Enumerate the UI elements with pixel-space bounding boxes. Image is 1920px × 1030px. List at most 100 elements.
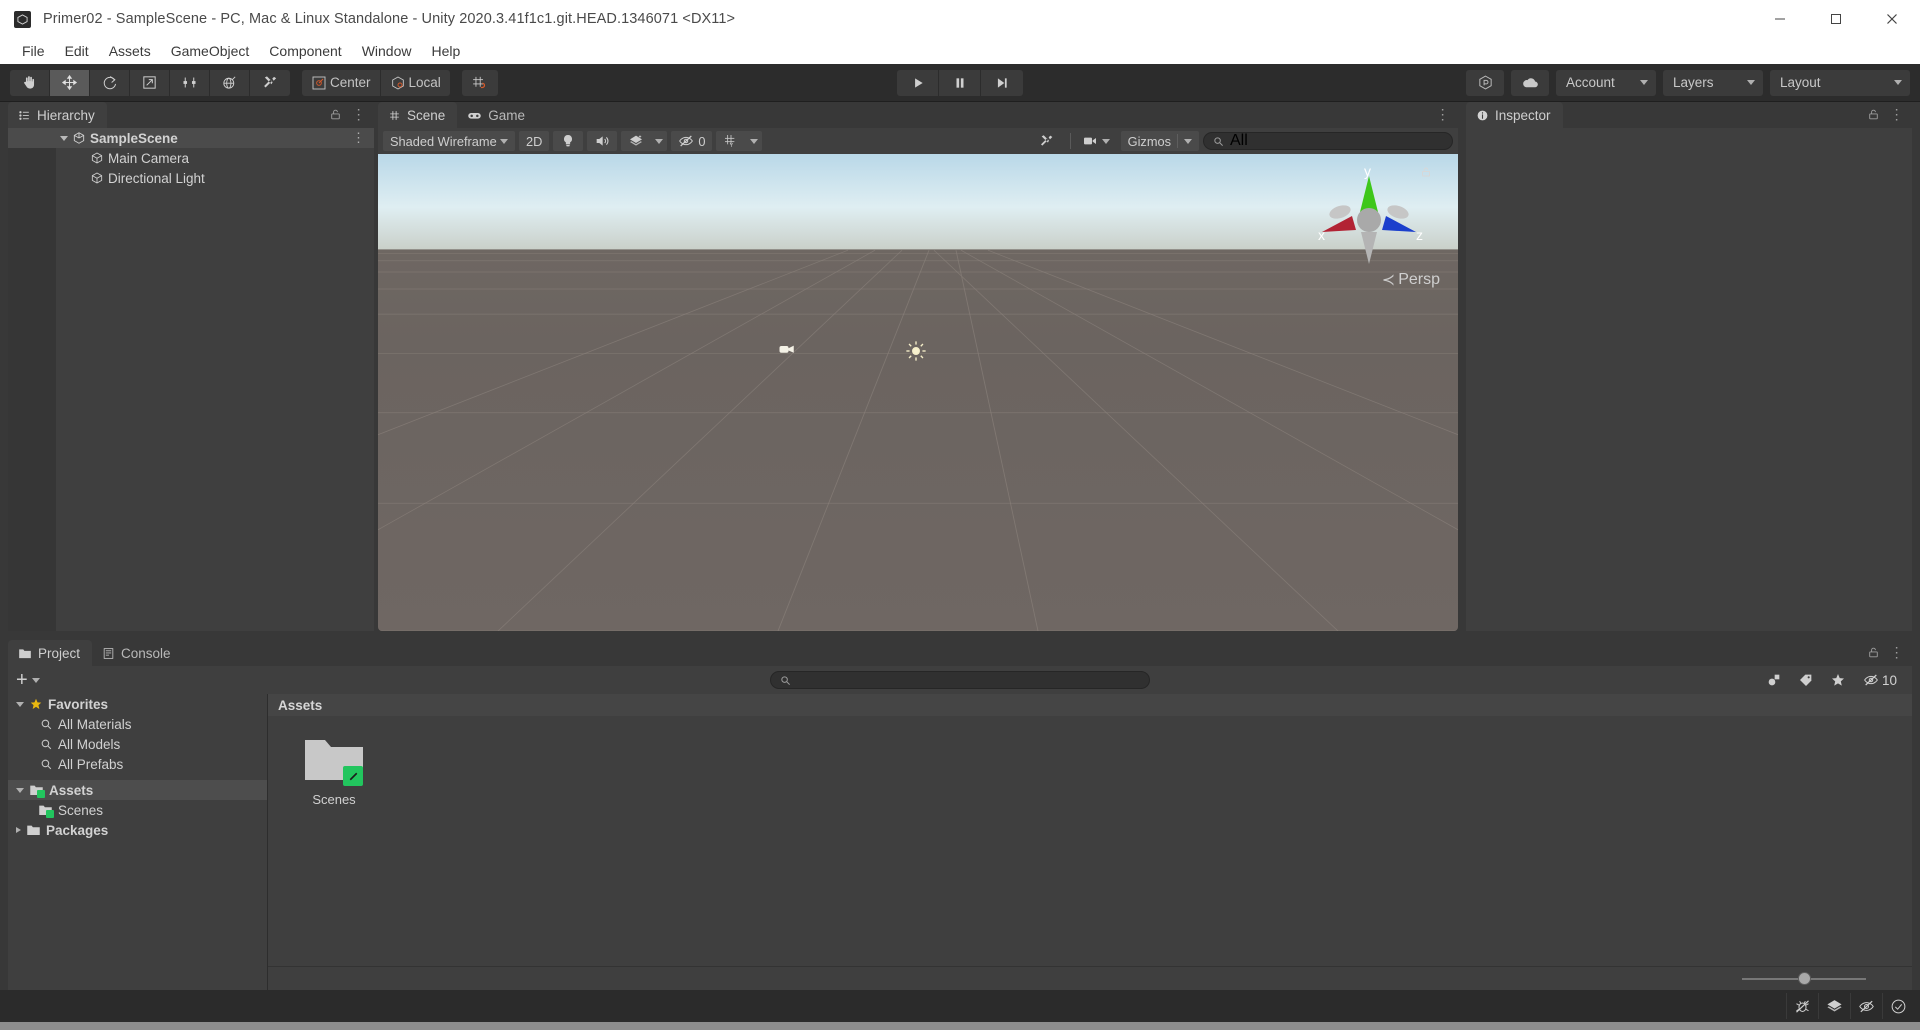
tab-game[interactable]: Game bbox=[457, 102, 537, 128]
menu-component[interactable]: Component bbox=[259, 41, 351, 61]
tab-hierarchy[interactable]: Hierarchy bbox=[8, 102, 107, 128]
close-icon[interactable] bbox=[1864, 0, 1920, 38]
asset-zoom-slider[interactable] bbox=[1742, 972, 1866, 986]
eye-off-icon[interactable] bbox=[1850, 993, 1882, 1019]
menu-edit[interactable]: Edit bbox=[55, 41, 99, 61]
panel-menu-icon[interactable]: ⋮ bbox=[1890, 106, 1905, 123]
favorite-filter-icon[interactable] bbox=[1822, 669, 1854, 691]
lighting-icon[interactable] bbox=[553, 131, 584, 151]
transform-tool[interactable] bbox=[210, 69, 250, 96]
tree-row-assets[interactable]: Assets bbox=[8, 780, 267, 800]
pivot-rotation-button[interactable]: Local bbox=[380, 69, 450, 96]
main-toolbar: Center Local Account Layers Layout bbox=[0, 64, 1920, 102]
fx-dropdown[interactable] bbox=[651, 131, 668, 151]
asset-item-scenes[interactable]: Scenes bbox=[294, 734, 374, 807]
panel-menu-icon[interactable]: ⋮ bbox=[1890, 644, 1905, 661]
svg-text:Y: Y bbox=[730, 143, 734, 149]
chevron-down-icon[interactable] bbox=[60, 135, 68, 141]
toggle-2d-button[interactable]: 2D bbox=[519, 131, 550, 151]
gizmos-dropdown[interactable]: Gizmos bbox=[1120, 131, 1199, 151]
pivot-controls: Center Local bbox=[302, 69, 450, 96]
draw-mode-dropdown[interactable]: Shaded Wireframe bbox=[383, 131, 515, 151]
fx-icon[interactable] bbox=[621, 131, 652, 151]
grid-visibility-icon[interactable]: Y bbox=[716, 131, 747, 151]
layout-dropdown[interactable]: Layout bbox=[1770, 69, 1910, 96]
tree-row-packages[interactable]: Packages bbox=[8, 820, 267, 840]
scene-camera-icon[interactable] bbox=[1075, 131, 1117, 151]
bug-muted-icon[interactable] bbox=[1786, 993, 1818, 1019]
gameobject-icon bbox=[91, 152, 103, 164]
menu-assets[interactable]: Assets bbox=[99, 41, 161, 61]
audio-icon[interactable] bbox=[587, 131, 618, 151]
menu-help[interactable]: Help bbox=[421, 41, 470, 61]
lock-icon[interactable] bbox=[329, 108, 342, 121]
tree-row-all-models[interactable]: All Models bbox=[8, 734, 267, 754]
tab-inspector[interactable]: Inspector bbox=[1466, 102, 1563, 128]
collab-icon[interactable] bbox=[1466, 69, 1504, 96]
scene-search-input[interactable]: All bbox=[1203, 132, 1453, 150]
hierarchy-row-directional-light[interactable]: Directional Light bbox=[8, 168, 374, 188]
rect-tool[interactable] bbox=[170, 69, 210, 96]
slider-knob[interactable] bbox=[1797, 972, 1811, 985]
scene-viewport[interactable]: x y z ≺ Persp bbox=[378, 154, 1458, 631]
unity-scene-icon bbox=[73, 132, 85, 144]
tree-row-favorites[interactable]: Favorites bbox=[8, 694, 267, 714]
scene-tab-actions: ⋮ bbox=[1436, 106, 1451, 123]
camera-gizmo[interactable] bbox=[778, 342, 796, 361]
tab-console[interactable]: Console bbox=[92, 640, 183, 666]
row-menu-icon[interactable]: ⋮ bbox=[352, 130, 366, 146]
move-tool[interactable] bbox=[50, 69, 90, 96]
projection-mode-label[interactable]: ≺ Persp bbox=[1382, 270, 1440, 290]
custom-tool[interactable] bbox=[250, 69, 290, 96]
menu-file[interactable]: File bbox=[12, 41, 55, 61]
light-gizmo[interactable] bbox=[905, 340, 927, 367]
project-search-input[interactable] bbox=[770, 671, 1150, 689]
menu-gameobject[interactable]: GameObject bbox=[161, 41, 260, 61]
type-filter-icon[interactable] bbox=[1758, 669, 1790, 691]
layers-dropdown[interactable]: Layers bbox=[1663, 69, 1763, 96]
tree-row-all-prefabs[interactable]: All Prefabs bbox=[8, 754, 267, 774]
scene-toolbar: Shaded Wireframe 2D 0 Y Gizmos All bbox=[378, 128, 1458, 154]
hidden-objects-toggle[interactable]: 0 bbox=[671, 131, 713, 151]
hierarchy-tab-actions: ⋮ bbox=[329, 106, 367, 123]
grid-snapping-icon[interactable] bbox=[461, 69, 498, 96]
lock-icon[interactable] bbox=[1420, 166, 1432, 178]
cloud-icon[interactable] bbox=[1511, 69, 1549, 96]
tree-row-scenes[interactable]: Scenes bbox=[8, 800, 267, 820]
lock-icon[interactable] bbox=[1867, 108, 1880, 121]
step-button[interactable] bbox=[981, 69, 1023, 96]
chevron-down-icon[interactable] bbox=[16, 701, 24, 707]
rotate-tool[interactable] bbox=[90, 69, 130, 96]
chevron-down-icon[interactable] bbox=[16, 787, 24, 793]
panel-menu-icon[interactable]: ⋮ bbox=[1436, 106, 1451, 123]
label-filter-icon[interactable] bbox=[1790, 669, 1822, 691]
hierarchy-indent-gutter bbox=[8, 128, 56, 631]
lock-icon[interactable] bbox=[1867, 646, 1880, 659]
check-icon[interactable] bbox=[1882, 993, 1914, 1019]
scale-tool[interactable] bbox=[130, 69, 170, 96]
hierarchy-row-main-camera[interactable]: Main Camera bbox=[8, 148, 374, 168]
project-hidden-toggle[interactable]: 10 bbox=[1854, 669, 1906, 691]
layers-icon[interactable] bbox=[1818, 993, 1850, 1019]
axis-z-label: z bbox=[1416, 227, 1423, 243]
game-icon bbox=[468, 112, 482, 119]
play-button[interactable] bbox=[897, 69, 939, 96]
panel-menu-icon[interactable]: ⋮ bbox=[352, 106, 367, 123]
menu-window[interactable]: Window bbox=[352, 41, 422, 61]
maximize-icon[interactable] bbox=[1808, 0, 1864, 38]
grid-dropdown[interactable] bbox=[746, 131, 763, 151]
scene-tools-icon[interactable] bbox=[1032, 131, 1062, 151]
tab-scene[interactable]: Scene bbox=[378, 102, 458, 128]
project-create-button[interactable]: + bbox=[16, 670, 40, 690]
axis-y-label: y bbox=[1364, 163, 1371, 179]
account-dropdown[interactable]: Account bbox=[1556, 69, 1656, 96]
pause-button[interactable] bbox=[939, 69, 981, 96]
tree-row-all-materials[interactable]: All Materials bbox=[8, 714, 267, 734]
hierarchy-row-samplescene[interactable]: SampleScene ⋮ bbox=[8, 128, 374, 148]
minimize-icon[interactable] bbox=[1752, 0, 1808, 38]
pivot-mode-button[interactable]: Center bbox=[302, 69, 381, 96]
hand-tool[interactable] bbox=[10, 69, 50, 96]
scene-axis-gizmo[interactable]: x y z ≺ Persp bbox=[1304, 160, 1440, 300]
tab-project[interactable]: Project bbox=[8, 640, 93, 666]
chevron-right-icon[interactable] bbox=[16, 827, 21, 833]
